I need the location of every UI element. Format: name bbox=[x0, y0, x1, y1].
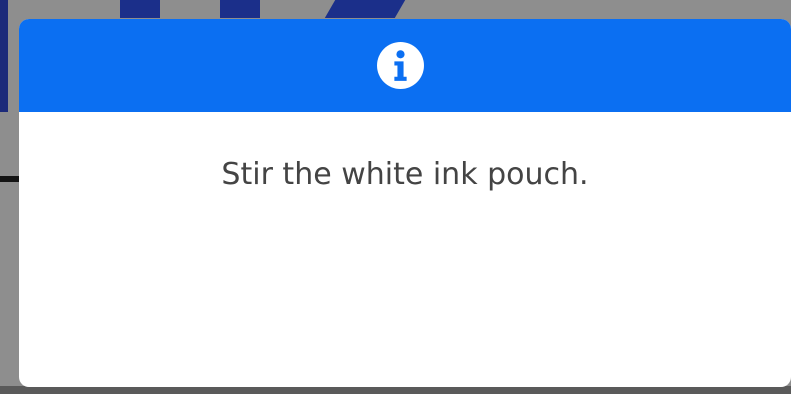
background-footer bbox=[0, 386, 791, 394]
info-icon bbox=[377, 42, 424, 89]
background-divider bbox=[0, 176, 20, 182]
background-panel bbox=[0, 0, 8, 112]
background-graphic bbox=[324, 0, 406, 18]
background-graphic bbox=[120, 0, 160, 18]
background-graphic bbox=[220, 0, 260, 18]
info-dialog[interactable]: Stir the white ink pouch. bbox=[19, 19, 791, 387]
dialog-message: Stir the white ink pouch. bbox=[221, 157, 589, 192]
dialog-header bbox=[19, 19, 791, 112]
